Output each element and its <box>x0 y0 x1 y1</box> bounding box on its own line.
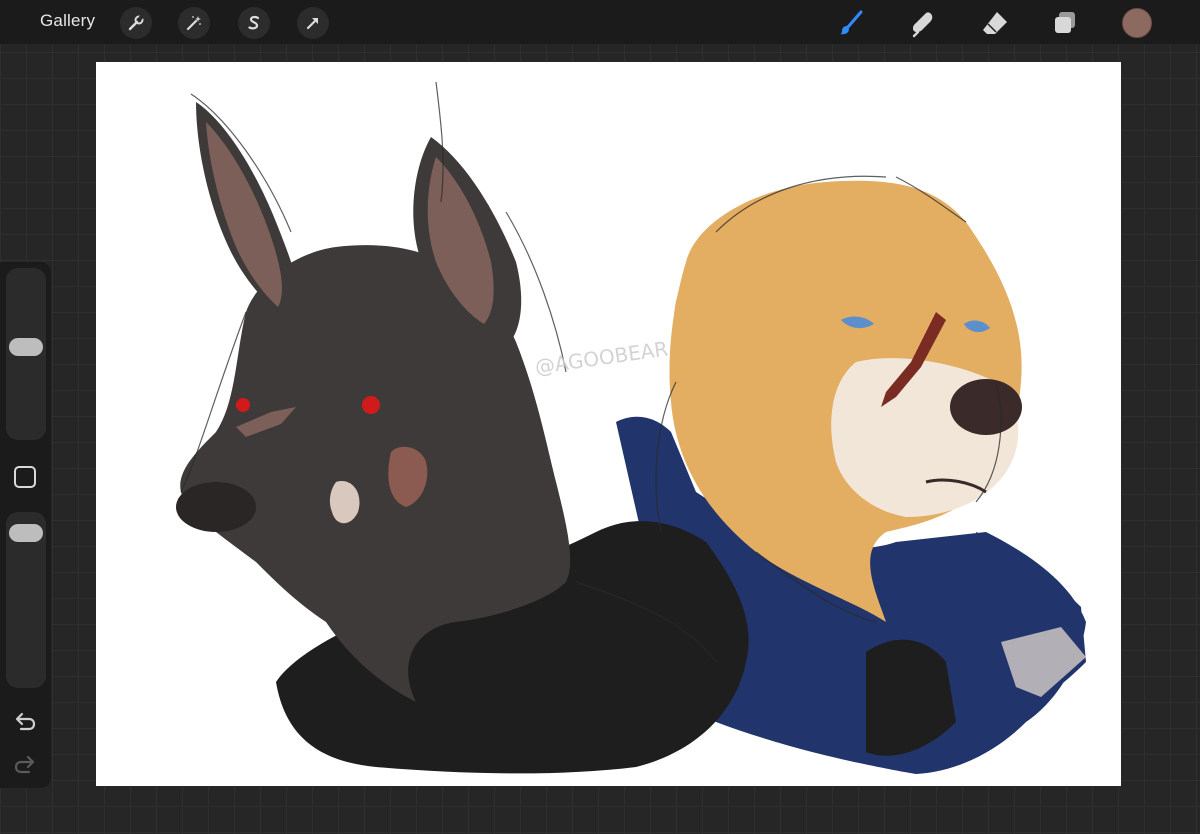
wrench-icon <box>128 15 144 31</box>
color-picker-button[interactable] <box>1122 8 1152 38</box>
undo-arrow-icon <box>15 712 36 731</box>
brush-size-thumb[interactable] <box>9 337 43 356</box>
transform-button[interactable] <box>297 7 329 39</box>
eraser-icon <box>983 12 1007 34</box>
top-toolbar: Gallery <box>0 0 1200 44</box>
selection-button[interactable] <box>238 7 270 39</box>
eraser-tool-button[interactable] <box>978 6 1012 40</box>
brush-icon <box>840 10 863 35</box>
gallery-button[interactable]: Gallery <box>40 11 95 31</box>
opacity-thumb[interactable] <box>9 523 43 542</box>
adjustments-button[interactable] <box>178 7 210 39</box>
left-dog-eye-left <box>236 398 250 412</box>
artist-watermark: @AGOOBEAR <box>533 336 669 378</box>
brush-tool-button[interactable] <box>834 6 868 40</box>
left-dog-nose <box>176 482 256 532</box>
redo-button[interactable] <box>11 752 39 776</box>
modify-button[interactable] <box>14 466 36 488</box>
artwork-illustration: @AGOOBEAR <box>176 81 1086 774</box>
magic-wand-icon <box>186 16 201 31</box>
opacity-slider[interactable] <box>6 512 46 688</box>
selection-s-icon <box>248 15 260 30</box>
undo-button[interactable] <box>11 709 39 733</box>
smudge-finger-icon <box>912 12 933 38</box>
smudge-tool-button[interactable] <box>906 6 940 40</box>
right-dog-nose <box>950 379 1022 435</box>
left-sidebar <box>0 262 51 788</box>
drawing-canvas[interactable]: @AGOOBEAR <box>96 62 1121 786</box>
actions-button[interactable] <box>120 7 152 39</box>
arrow-cursor-icon <box>306 18 318 30</box>
layers-tool-button[interactable] <box>1048 6 1082 40</box>
brush-size-slider[interactable] <box>6 268 46 440</box>
left-dog-eye-right <box>362 396 380 414</box>
layers-icon <box>1055 12 1075 33</box>
redo-arrow-icon <box>14 755 35 774</box>
